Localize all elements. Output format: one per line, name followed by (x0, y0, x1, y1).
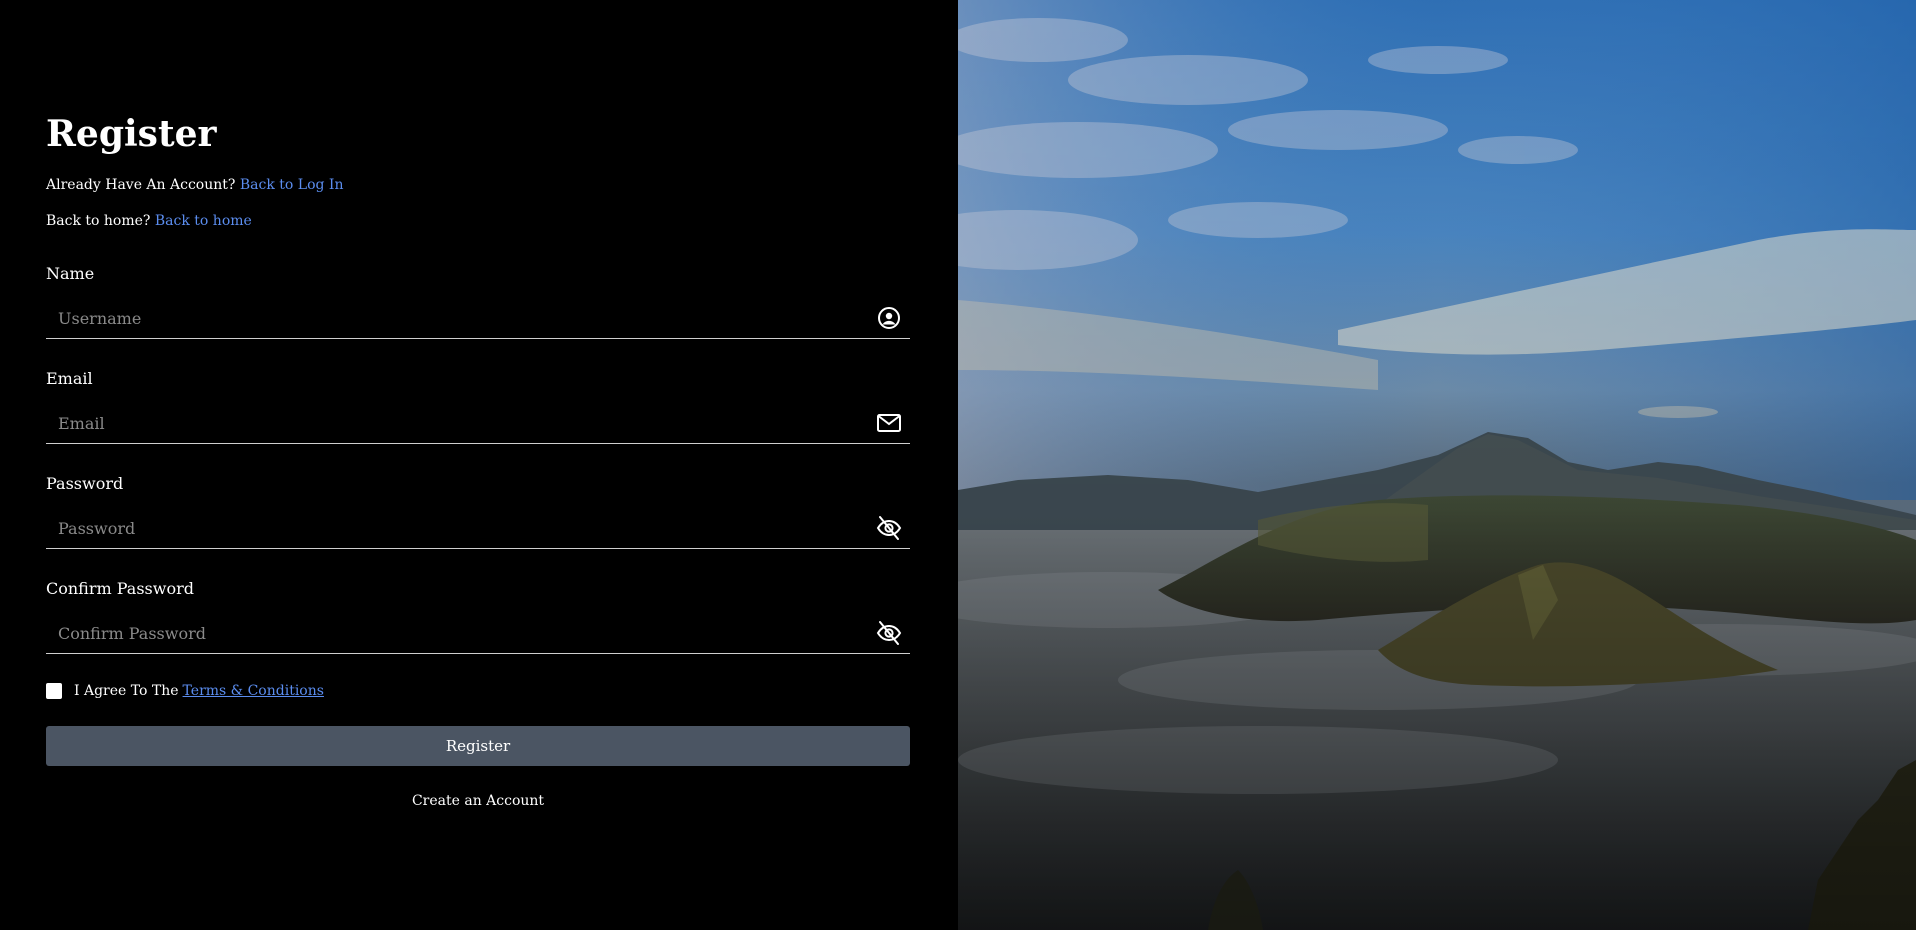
name-field (46, 298, 910, 339)
name-label: Name (46, 264, 95, 283)
eye-slash-icon[interactable] (875, 514, 903, 542)
back-to-login-link[interactable]: Back to Log In (240, 177, 344, 193)
create-account-link[interactable]: Create an Account (46, 792, 910, 810)
user-circle-icon (875, 304, 903, 332)
confirm-password-field (46, 613, 910, 654)
confirm-password-input[interactable] (46, 613, 910, 653)
form-panel: Register Already Have An Account? Back t… (0, 0, 958, 930)
username-input[interactable] (46, 298, 910, 338)
page-title: Register (46, 113, 217, 155)
back-to-home-link[interactable]: Back to home (155, 213, 252, 229)
login-prompt-text: Already Have An Account? (46, 177, 240, 193)
password-field (46, 508, 910, 549)
volcano-landscape-image (958, 0, 1916, 930)
password-label: Password (46, 474, 124, 493)
register-form: Register Already Have An Account? Back t… (46, 110, 910, 810)
terms-checkbox[interactable] (46, 683, 62, 699)
register-button[interactable]: Register (46, 726, 910, 766)
envelope-icon (875, 409, 903, 437)
email-input[interactable] (46, 403, 910, 443)
confirm-password-label: Confirm Password (46, 579, 194, 598)
terms-text: I Agree To The (74, 683, 179, 699)
email-label: Email (46, 369, 93, 388)
terms-agreement: I Agree To The Terms & Conditions (46, 682, 910, 700)
password-input[interactable] (46, 508, 910, 548)
email-field (46, 403, 910, 444)
hero-image (958, 0, 1916, 930)
eye-slash-icon[interactable] (875, 619, 903, 647)
login-prompt: Already Have An Account? Back to Log In (46, 176, 910, 194)
home-prompt-text: Back to home? (46, 213, 155, 229)
home-prompt: Back to home? Back to home (46, 212, 910, 230)
terms-link[interactable]: Terms & Conditions (183, 682, 324, 700)
